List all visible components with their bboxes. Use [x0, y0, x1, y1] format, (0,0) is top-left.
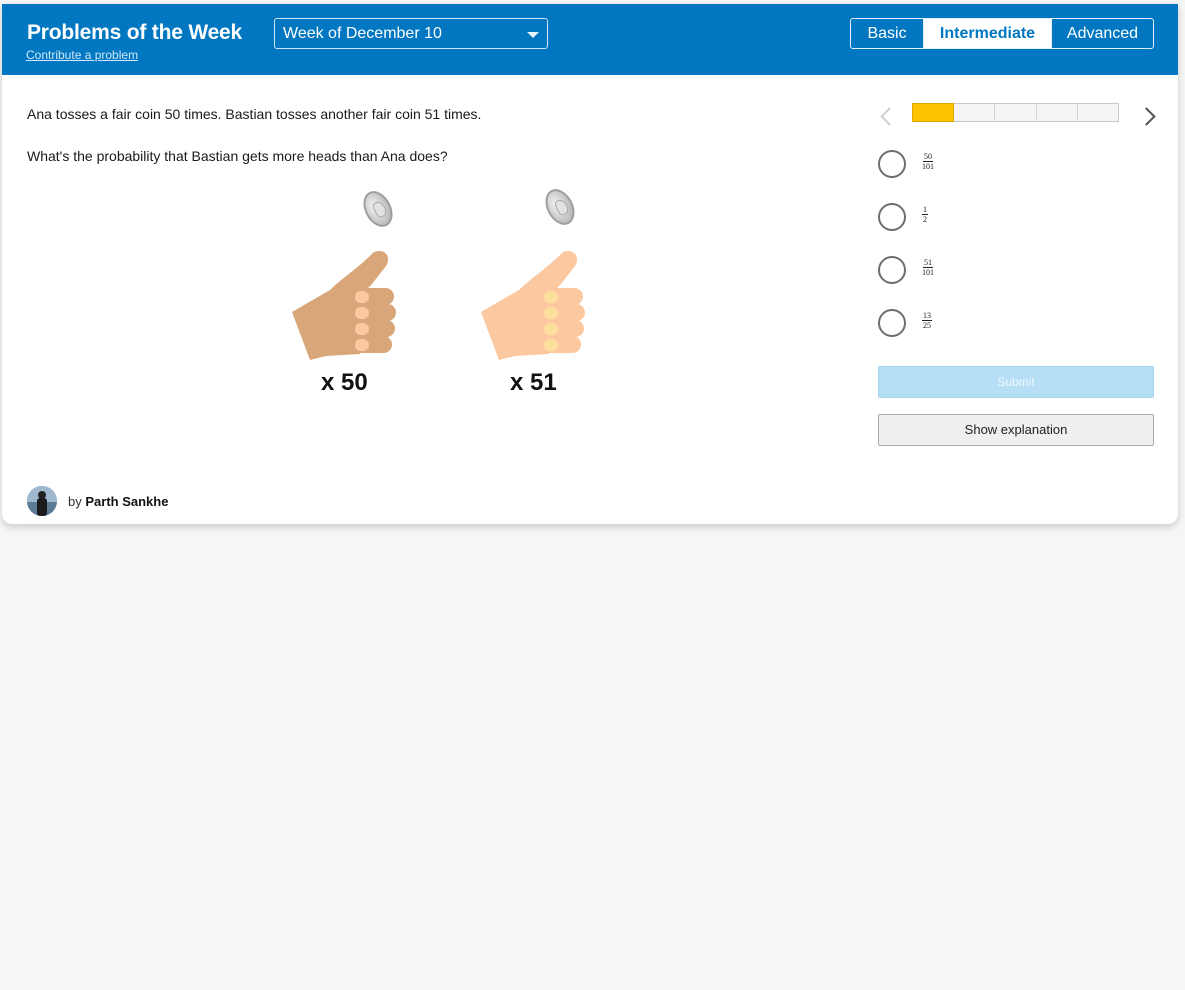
answer-choice-3[interactable]: 51 101 — [878, 256, 1148, 286]
thumbs-up-hand-icon — [481, 250, 585, 360]
choice-fraction: 13 25 — [922, 311, 932, 330]
choice-fraction: 51 101 — [922, 258, 934, 277]
week-select[interactable]: Week of December 10 — [274, 18, 548, 49]
choice-fraction: 50 101 — [922, 152, 934, 171]
radio-button[interactable] — [878, 150, 906, 178]
show-explanation-button[interactable]: Show explanation — [878, 414, 1154, 446]
radio-button[interactable] — [878, 203, 906, 231]
problem-card: Problems of the Week Contribute a proble… — [2, 4, 1178, 524]
answer-choice-4[interactable]: 13 25 — [878, 309, 1148, 339]
bastian-toss-count: x 51 — [510, 369, 557, 396]
difficulty-toggle: Basic Intermediate Advanced — [850, 18, 1154, 49]
header-bar: Problems of the Week Contribute a proble… — [2, 4, 1178, 75]
contribute-problem-link[interactable]: Contribute a problem — [26, 48, 138, 62]
submit-button[interactable]: Submit — [878, 366, 1154, 398]
chevron-down-icon — [527, 32, 539, 38]
answer-choice-1[interactable]: 50 101 — [878, 150, 1148, 180]
avatar — [27, 486, 57, 516]
radio-button[interactable] — [878, 309, 906, 337]
progress-segment — [1078, 104, 1118, 121]
coin-icon — [539, 184, 581, 230]
progress-segment — [954, 104, 996, 121]
author-credit: by Parth Sankhe — [68, 494, 169, 509]
author-name: Parth Sankhe — [85, 494, 169, 509]
thumbs-up-hand-icon — [292, 250, 396, 360]
week-select-value: Week of December 10 — [283, 25, 442, 42]
page-title: Problems of the Week — [27, 21, 243, 44]
coin-icon — [357, 186, 399, 232]
next-problem-icon[interactable] — [1137, 107, 1156, 126]
level-basic-button[interactable]: Basic — [851, 19, 924, 48]
level-advanced-button[interactable]: Advanced — [1051, 19, 1153, 48]
radio-button[interactable] — [878, 256, 906, 284]
level-intermediate-button[interactable]: Intermediate — [924, 19, 1051, 48]
problem-statement: Ana tosses a fair coin 50 times. Bastian… — [27, 106, 482, 122]
choice-fraction: 1 2 — [922, 205, 928, 224]
answer-choice-2[interactable]: 1 2 — [878, 203, 1148, 233]
ana-toss-count: x 50 — [321, 369, 368, 396]
progress-segment — [912, 103, 955, 122]
previous-problem-icon[interactable] — [880, 107, 899, 126]
progress-segment — [995, 104, 1037, 121]
problem-question: What's the probability that Bastian gets… — [27, 148, 448, 164]
progress-segment — [1037, 104, 1078, 121]
problem-progress-bar — [912, 103, 1119, 122]
